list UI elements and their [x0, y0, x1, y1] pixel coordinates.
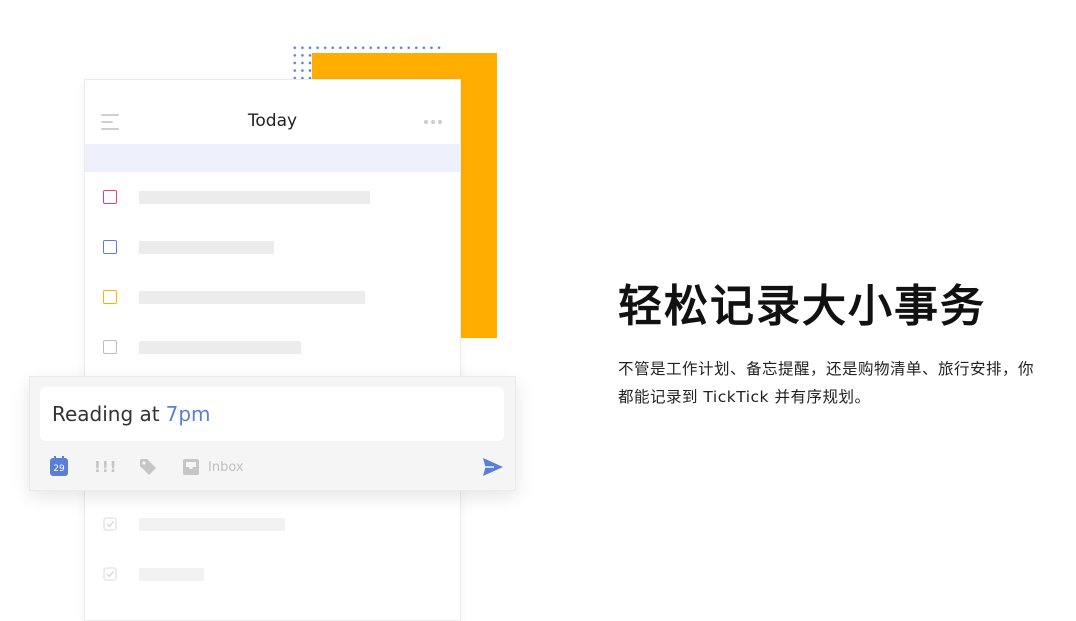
quick-add-input[interactable]: Reading at 7pm	[40, 387, 504, 441]
task-checkbox-high[interactable]	[103, 190, 117, 204]
hero-headline: 轻松记录大小事务	[618, 281, 986, 332]
calendar-icon: 29	[50, 456, 68, 476]
task-placeholder	[139, 190, 370, 204]
task-placeholder	[139, 240, 274, 254]
check-icon[interactable]	[103, 567, 117, 581]
page-title: Today	[247, 111, 298, 131]
completed-task-item[interactable]	[103, 566, 204, 582]
task-item[interactable]	[103, 239, 274, 255]
selected-row-highlight	[85, 144, 460, 172]
date-button[interactable]: 29	[50, 456, 68, 477]
send-button[interactable]	[482, 457, 504, 477]
tag-button[interactable]	[138, 457, 158, 477]
phone-mockup: Today	[84, 79, 461, 621]
task-placeholder	[139, 517, 285, 531]
task-item[interactable]	[103, 339, 301, 355]
tag-icon	[140, 459, 156, 475]
list-button[interactable]: Inbox	[182, 457, 244, 477]
check-icon[interactable]	[103, 517, 117, 531]
quick-add-text: Reading at	[52, 402, 160, 426]
quick-add-time-token: 7pm	[165, 402, 211, 426]
inbox-icon	[183, 459, 199, 475]
more-icon[interactable]	[424, 120, 442, 124]
task-checkbox-low[interactable]	[103, 290, 117, 304]
task-placeholder	[139, 290, 365, 304]
priority-button[interactable]: !!!	[94, 457, 118, 477]
task-item[interactable]	[103, 189, 370, 205]
task-placeholder	[139, 340, 301, 354]
quick-add-panel: Reading at 7pm 29 !!! Inbox	[29, 376, 516, 491]
task-placeholder	[139, 567, 204, 581]
task-checkbox-none[interactable]	[103, 340, 117, 354]
hero-description: 不管是工作计划、备忘提醒，还是购物清单、旅行安排，你都能记录到 TickTick…	[618, 360, 1035, 406]
completed-task-item[interactable]	[103, 516, 285, 532]
quick-add-toolbar: 29 !!! Inbox	[50, 456, 505, 477]
send-icon	[483, 458, 503, 476]
task-item[interactable]	[103, 289, 365, 305]
list-label: Inbox	[208, 459, 244, 475]
task-checkbox-medium[interactable]	[103, 240, 117, 254]
date-badge: 29	[53, 464, 65, 474]
priority-icon: !!!	[94, 458, 118, 476]
